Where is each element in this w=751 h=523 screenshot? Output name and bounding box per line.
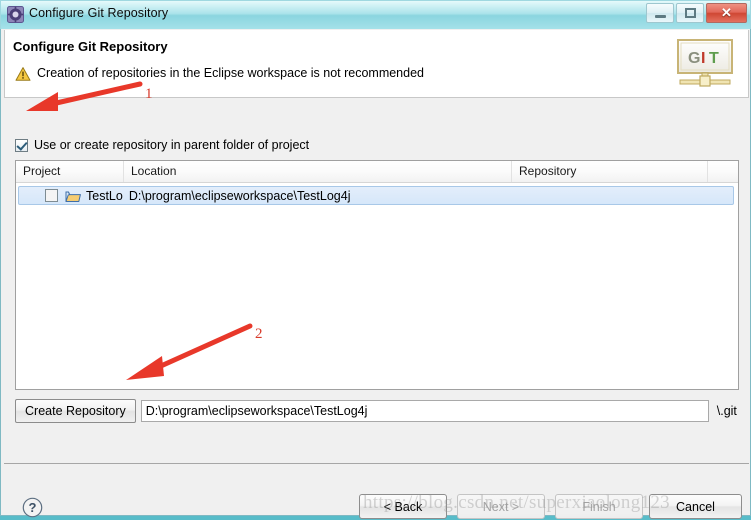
configure-git-repository-dialog: Configure Git Repository ✕ Configure Git… [0,0,751,519]
warning-triangle-icon [15,66,31,82]
repository-path-input[interactable] [140,400,709,422]
dialog-header: Configure Git Repository Creation of rep… [4,30,749,98]
back-button[interactable]: < Back [359,494,447,519]
table-row[interactable]: TestLo D:\program\eclipseworkspace\TestL… [18,186,734,205]
dialog-client-area: Configure Git Repository Creation of rep… [0,29,751,519]
column-header-project[interactable]: Project [16,161,124,182]
table-body: TestLo D:\program\eclipseworkspace\TestL… [16,183,738,390]
window-title: Configure Git Repository [29,6,169,20]
finish-button[interactable]: Finish [555,494,643,519]
minimize-button[interactable] [646,3,674,23]
table-header-row: Project Location Repository [16,161,738,183]
next-button[interactable]: Next > [457,494,545,519]
help-button[interactable]: ? [22,497,43,518]
git-logo-icon: G I T [672,37,738,93]
git-suffix-label: \.git [716,404,737,418]
row-location-path: D:\program\eclipseworkspace\TestLog4j [128,188,351,203]
open-folder-icon [65,189,81,203]
create-repository-row: Create Repository \.git [15,399,739,423]
close-button[interactable]: ✕ [706,3,747,23]
close-icon: ✕ [721,5,732,20]
row-project-name: TestLo [86,188,123,203]
row-checkbox[interactable] [45,189,58,202]
maximize-icon [685,8,696,18]
svg-text:T: T [709,50,719,67]
parent-folder-checkbox-label: Use or create repository in parent folde… [34,138,310,152]
parent-folder-checkbox[interactable]: Use or create repository in parent folde… [15,136,309,154]
eclipse-gear-icon [7,6,24,23]
cancel-button[interactable]: Cancel [649,494,742,519]
projects-table[interactable]: Project Location Repository TestLo D:\pr… [15,160,739,390]
column-header-repository[interactable]: Repository [512,161,708,182]
window-title-bar[interactable]: Configure Git Repository ✕ [0,0,751,29]
svg-text:I: I [701,50,705,67]
svg-text:G: G [688,50,700,67]
column-header-location[interactable]: Location [124,161,512,182]
parent-folder-checkbox-box[interactable] [15,138,28,152]
dialog-content: Use or create repository in parent folde… [4,99,749,464]
column-header-filler [708,161,738,182]
svg-text:?: ? [29,500,37,515]
page-title: Configure Git Repository [13,39,168,54]
desktop-background: Configure Git Repository ✕ Configure Git… [0,0,751,520]
minimize-icon [655,15,666,18]
dialog-button-bar: ? < Back Next > Finish Cancel [4,464,749,519]
header-warning-message: Creation of repositories in the Eclipse … [37,66,424,80]
maximize-button[interactable] [676,3,704,23]
create-repository-button[interactable]: Create Repository [15,399,136,423]
